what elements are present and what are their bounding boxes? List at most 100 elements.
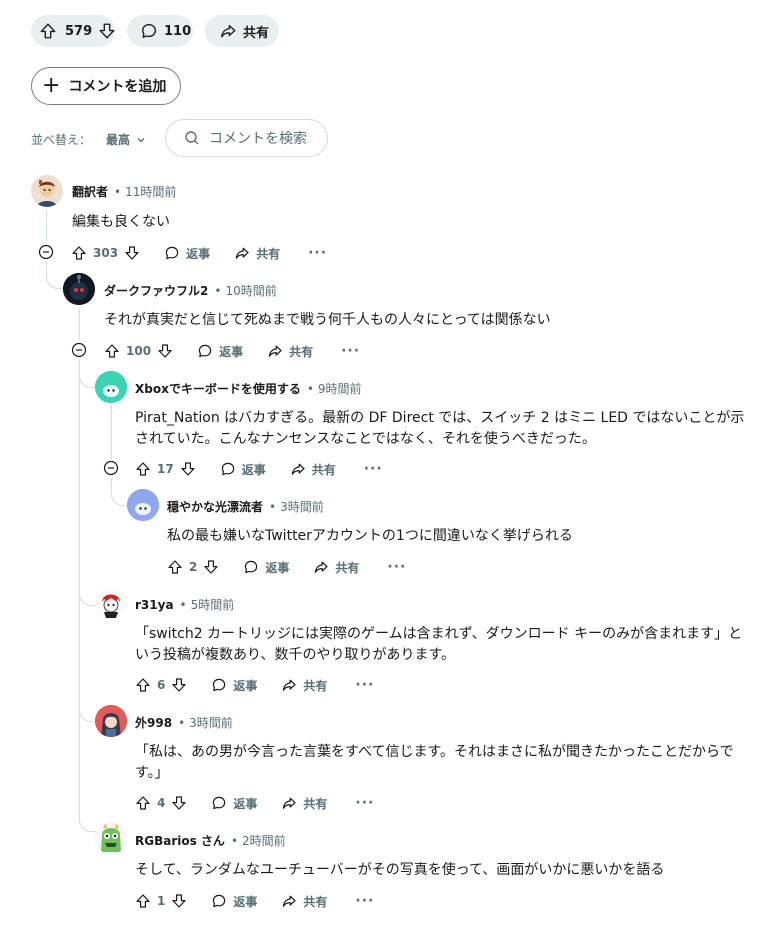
thread-line [111,404,112,459]
comment-time[interactable]: 11時間前 [125,183,176,200]
downvote-icon[interactable] [171,677,187,693]
share-label: 共有 [311,462,336,477]
avatar[interactable] [95,588,127,620]
share-label: 共有 [303,678,328,693]
sort-dropdown[interactable]: 最高 [106,131,146,148]
comment-score: 6 [157,678,166,692]
collapse-thread-button[interactable] [38,244,54,260]
upvote-icon[interactable] [71,245,87,261]
reply-button[interactable]: 返事 [197,343,243,360]
comment-author[interactable]: Xboxでキーボードを使用する [135,380,301,397]
share-button[interactable]: 共有 [267,343,313,360]
comment-author[interactable]: RGBarios さん [135,832,225,849]
meta-separator: • [306,381,314,396]
comment-meta: 外998 • 3時間前 [135,714,233,731]
downvote-icon[interactable] [124,245,140,261]
thread-line [46,262,47,272]
comment-time[interactable]: 3時間前 [280,498,324,515]
upvote-icon[interactable] [135,677,151,693]
comment-meta: 穏やかな光漂流者 • 3時間前 [167,498,324,515]
more-options-icon[interactable]: ··· [355,893,374,909]
comment-search-input[interactable]: コメントを検索 [165,119,328,157]
more-options-icon[interactable]: ··· [355,677,374,693]
share-button[interactable]: 共有 [281,795,327,812]
sort-label: 並べ替え： [31,133,92,147]
comment-meta: ダークファウフル2 • 10時間前 [104,282,277,299]
downvote-icon[interactable] [180,461,196,477]
comment-score: 1 [157,894,166,908]
upvote-icon[interactable] [167,559,183,575]
avatar[interactable] [95,822,127,854]
share-label: 共有 [335,560,360,575]
reply-label: 返事 [233,796,258,811]
comment-time[interactable]: 3時間前 [189,714,233,731]
more-options-icon[interactable]: ··· [364,461,383,477]
avatar[interactable] [95,371,127,403]
add-comment-button[interactable]: + コメントを追加 [31,67,181,105]
reply-button[interactable]: 返事 [211,893,257,910]
share-button[interactable]: 共有 [313,559,359,576]
comment-time[interactable]: 9時間前 [318,380,362,397]
avatar[interactable] [31,175,63,207]
collapse-thread-button[interactable] [71,342,87,358]
thread-line [46,210,47,242]
upvote-icon[interactable] [135,893,151,909]
share-button[interactable]: 共有 [281,893,327,910]
reply-button[interactable]: 返事 [164,245,210,262]
share-button[interactable]: 共有 [281,677,327,694]
meta-separator: • [230,833,239,848]
downvote-icon[interactable] [203,559,219,575]
comment-time[interactable]: 2時間前 [242,832,286,849]
comment-time[interactable]: 5時間前 [191,596,235,613]
comment-bubble-icon [211,677,227,693]
share-label: 共有 [289,344,314,359]
search-icon [184,130,200,146]
share-button[interactable]: 共有 [234,245,280,262]
share-icon [267,343,283,359]
comments-count-button[interactable]: 110 [127,15,193,47]
comment-author[interactable]: ダークファウフル2 [104,282,208,299]
post-score: 579 [65,23,93,39]
share-button[interactable]: 共有 [205,15,279,47]
share-icon [281,893,297,909]
comment-meta: r31ya • 5時間前 [135,596,234,613]
downvote-icon[interactable] [171,893,187,909]
comment-meta: RGBarios さん • 2時間前 [135,832,286,849]
comments-count: 110 [164,23,192,39]
downvote-icon[interactable] [98,22,116,40]
green-monster-avatar-icon [95,822,127,854]
downvote-icon[interactable] [157,343,173,359]
more-options-icon[interactable]: ··· [308,245,327,261]
avatar[interactable] [95,705,127,737]
upvote-icon[interactable] [104,343,120,359]
more-options-icon[interactable]: ··· [355,795,374,811]
collapse-thread-button[interactable] [103,460,119,476]
comment-author[interactable]: 穏やかな光漂流者 [167,498,263,515]
more-options-icon[interactable]: ··· [341,343,360,359]
thread-elbow [79,816,98,832]
comment-score: 2 [189,560,198,574]
comment-actions: 2 返事 共有 ··· [167,557,406,577]
comment-author[interactable]: 翻訳者 [72,183,108,200]
avatar[interactable] [127,489,159,521]
comment-body: 「私は、あの男が今言った言葉をすべて信じます。それはまさに私が聞きたかったことだ… [135,744,734,781]
share-button[interactable]: 共有 [290,461,336,478]
reply-button[interactable]: 返事 [211,795,257,812]
reply-button[interactable]: 返事 [220,461,266,478]
comment-actions: 4 返事 共有 ··· [135,793,374,813]
more-options-icon[interactable]: ··· [387,559,406,575]
comment-score: 17 [157,462,174,476]
reply-label: 返事 [233,894,258,909]
search-placeholder: コメントを検索 [209,131,307,147]
upvote-icon[interactable] [39,22,57,40]
upvote-icon[interactable] [135,795,151,811]
reply-button[interactable]: 返事 [243,559,289,576]
reply-button[interactable]: 返事 [211,677,257,694]
comment-meta: Xboxでキーボードを使用する • 9時間前 [135,380,362,397]
avatar[interactable] [63,273,95,305]
comment-author[interactable]: 外998 [135,714,172,731]
comment-time[interactable]: 10時間前 [225,282,276,299]
comment-author[interactable]: r31ya [135,598,174,612]
downvote-icon[interactable] [171,795,187,811]
upvote-icon[interactable] [135,461,151,477]
